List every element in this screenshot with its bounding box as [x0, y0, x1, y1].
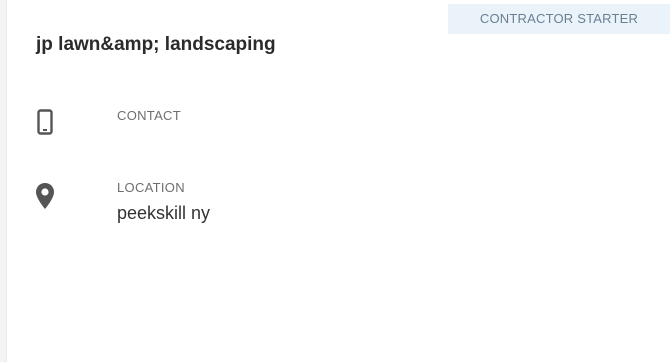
contact-label: CONTACT	[117, 108, 181, 123]
business-card: CONTRACTOR STARTER jp lawn&amp; landscap…	[6, 0, 670, 362]
business-title: jp lawn&amp; landscaping	[36, 34, 276, 55]
map-pin-icon	[33, 180, 57, 212]
location-value: peekskill ny	[117, 203, 211, 223]
plan-badge: CONTRACTOR STARTER	[448, 4, 670, 34]
mobile-phone-icon	[33, 106, 57, 138]
location-label: LOCATION	[117, 180, 185, 195]
